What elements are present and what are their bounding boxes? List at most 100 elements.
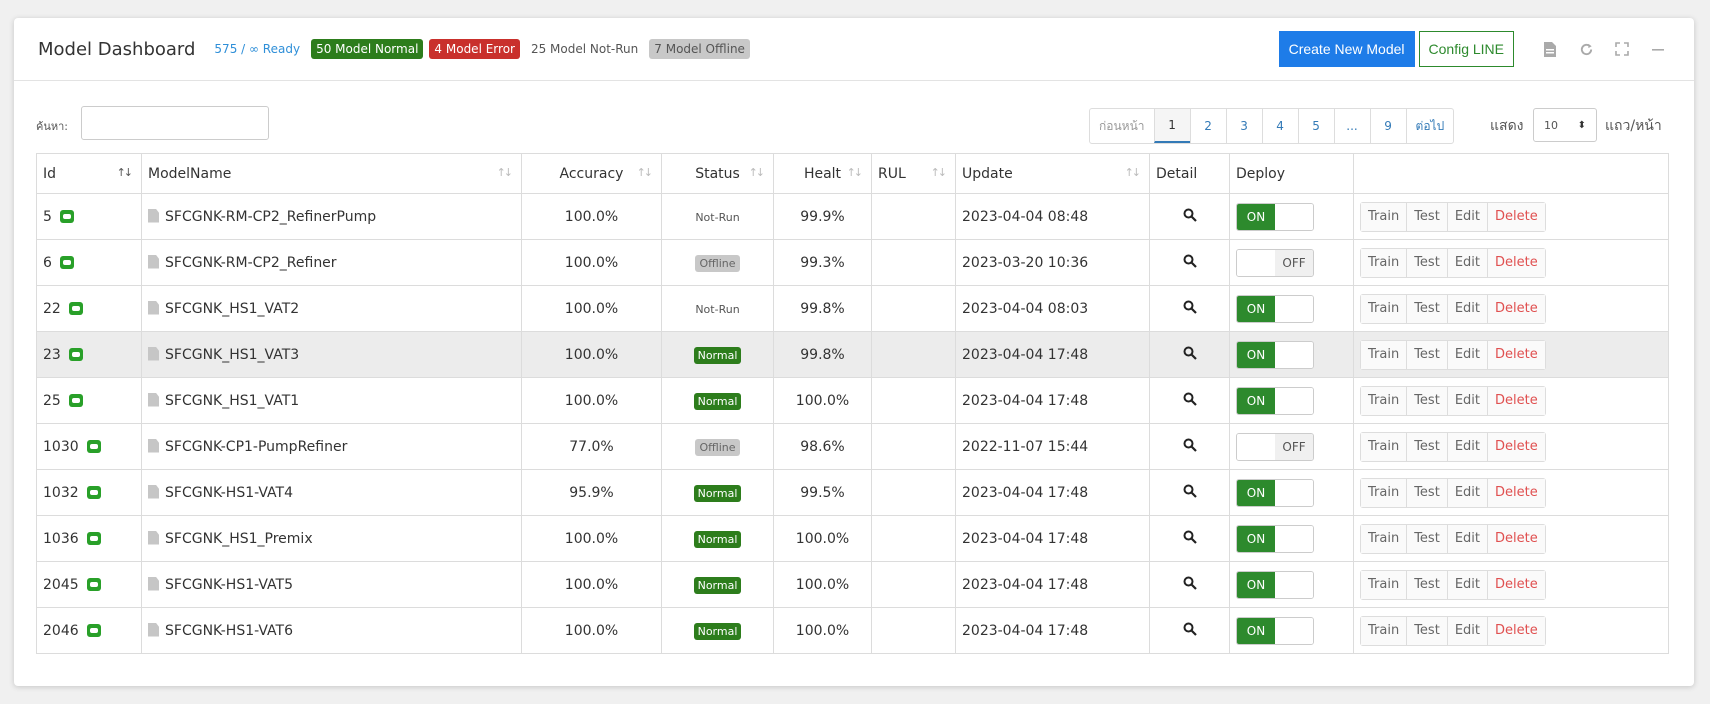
test-button[interactable]: Test: [1406, 248, 1447, 277]
delete-button[interactable]: Delete: [1487, 340, 1545, 369]
pagination-page[interactable]: 5: [1297, 109, 1334, 143]
delete-button[interactable]: Delete: [1487, 248, 1545, 277]
col-update[interactable]: Update ↑↓: [955, 153, 1150, 194]
delete-button[interactable]: Delete: [1487, 386, 1545, 415]
delete-button[interactable]: Delete: [1487, 570, 1545, 599]
pagination-page[interactable]: 3: [1225, 109, 1262, 143]
line-chat-icon[interactable]: [86, 440, 101, 453]
deploy-toggle[interactable]: ON: [1236, 570, 1314, 599]
line-chat-icon[interactable]: [86, 486, 101, 499]
deploy-toggle[interactable]: ON: [1236, 478, 1314, 507]
pagination-page[interactable]: 1: [1153, 109, 1190, 143]
search-icon[interactable]: [1183, 437, 1197, 456]
config-line-button[interactable]: Config LINE: [1418, 31, 1514, 67]
test-button[interactable]: Test: [1406, 616, 1447, 645]
test-button[interactable]: Test: [1406, 202, 1447, 231]
line-chat-icon[interactable]: [59, 210, 74, 223]
cell-deploy: ON: [1229, 561, 1354, 608]
delete-button[interactable]: Delete: [1487, 202, 1545, 231]
search-icon[interactable]: [1183, 621, 1197, 640]
delete-button[interactable]: Delete: [1487, 616, 1545, 645]
search-icon[interactable]: [1183, 345, 1197, 364]
deploy-toggle[interactable]: ON: [1236, 524, 1314, 553]
delete-button[interactable]: Delete: [1487, 478, 1545, 507]
pagination-page[interactable]: 2: [1189, 109, 1226, 143]
line-chat-icon[interactable]: [86, 578, 101, 591]
model-name: SFCGNK_HS1_VAT1: [165, 392, 300, 409]
refresh-icon[interactable]: [1572, 35, 1600, 63]
train-button[interactable]: Train: [1361, 432, 1407, 461]
search-icon[interactable]: [1183, 391, 1197, 410]
train-button[interactable]: Train: [1361, 340, 1407, 369]
test-button[interactable]: Test: [1406, 432, 1447, 461]
create-new-model-button[interactable]: Create New Model: [1278, 31, 1415, 67]
minimize-icon[interactable]: [1644, 35, 1672, 63]
export-file-icon[interactable]: [1536, 35, 1564, 63]
edit-button[interactable]: Edit: [1446, 294, 1487, 323]
cell-actions: Train Test Edit Delete: [1353, 193, 1669, 240]
search-icon[interactable]: [1183, 207, 1197, 226]
edit-button[interactable]: Edit: [1446, 432, 1487, 461]
deploy-toggle[interactable]: OFF: [1236, 432, 1314, 461]
train-button[interactable]: Train: [1361, 202, 1407, 231]
search-icon[interactable]: [1183, 575, 1197, 594]
train-button[interactable]: Train: [1361, 616, 1407, 645]
line-chat-icon[interactable]: [68, 348, 83, 361]
line-chat-icon[interactable]: [86, 624, 101, 637]
test-button[interactable]: Test: [1406, 478, 1447, 507]
deploy-toggle[interactable]: OFF: [1236, 248, 1314, 277]
col-healt[interactable]: Healt ↑↓: [773, 153, 872, 194]
deploy-toggle[interactable]: ON: [1236, 386, 1314, 415]
test-button[interactable]: Test: [1406, 524, 1447, 553]
train-button[interactable]: Train: [1361, 248, 1407, 277]
line-chat-icon[interactable]: [59, 256, 74, 269]
train-button[interactable]: Train: [1361, 478, 1407, 507]
train-button[interactable]: Train: [1361, 524, 1407, 553]
search-icon[interactable]: [1183, 483, 1197, 502]
test-button[interactable]: Test: [1406, 294, 1447, 323]
cell-id: 2045: [36, 561, 142, 608]
pagination-prev[interactable]: ก่อนหน้า: [1090, 109, 1154, 143]
line-chat-icon[interactable]: [68, 394, 83, 407]
search-input[interactable]: [81, 106, 269, 140]
search-icon[interactable]: [1183, 299, 1197, 318]
deploy-toggle[interactable]: ON: [1236, 340, 1314, 369]
col-modelname[interactable]: ModelName ↑↓: [141, 153, 522, 194]
col-id[interactable]: Id ↑↓: [36, 153, 142, 194]
edit-button[interactable]: Edit: [1446, 386, 1487, 415]
fullscreen-icon[interactable]: [1608, 35, 1636, 63]
line-chat-icon[interactable]: [68, 302, 83, 315]
edit-button[interactable]: Edit: [1446, 202, 1487, 231]
train-button[interactable]: Train: [1361, 386, 1407, 415]
train-button[interactable]: Train: [1361, 570, 1407, 599]
test-button[interactable]: Test: [1406, 570, 1447, 599]
col-status[interactable]: Status ↑↓: [661, 153, 774, 194]
cell-rul: [871, 377, 956, 424]
deploy-toggle[interactable]: ON: [1236, 294, 1314, 323]
delete-button[interactable]: Delete: [1487, 524, 1545, 553]
delete-button[interactable]: Delete: [1487, 294, 1545, 323]
page-size-select[interactable]: 10 ⬍: [1533, 108, 1597, 142]
line-chat-icon[interactable]: [86, 532, 101, 545]
col-accuracy[interactable]: Accuracy ↑↓: [521, 153, 662, 194]
edit-button[interactable]: Edit: [1446, 248, 1487, 277]
test-button[interactable]: Test: [1406, 340, 1447, 369]
col-rul[interactable]: RUL ↑↓: [871, 153, 956, 194]
edit-button[interactable]: Edit: [1446, 616, 1487, 645]
edit-button[interactable]: Edit: [1446, 570, 1487, 599]
pagination-page[interactable]: 9: [1369, 109, 1406, 143]
pagination-page[interactable]: ...: [1333, 109, 1370, 143]
test-button[interactable]: Test: [1406, 386, 1447, 415]
pagination-page[interactable]: 4: [1261, 109, 1298, 143]
train-button[interactable]: Train: [1361, 294, 1407, 323]
edit-button[interactable]: Edit: [1446, 524, 1487, 553]
edit-button[interactable]: Edit: [1446, 340, 1487, 369]
deploy-toggle[interactable]: ON: [1236, 202, 1314, 231]
search-icon[interactable]: [1183, 529, 1197, 548]
search-icon[interactable]: [1183, 253, 1197, 272]
deploy-toggle[interactable]: ON: [1236, 616, 1314, 645]
edit-button[interactable]: Edit: [1446, 478, 1487, 507]
toggle-knob: [1275, 571, 1313, 598]
delete-button[interactable]: Delete: [1487, 432, 1545, 461]
pagination-next[interactable]: ต่อไป: [1405, 109, 1454, 143]
